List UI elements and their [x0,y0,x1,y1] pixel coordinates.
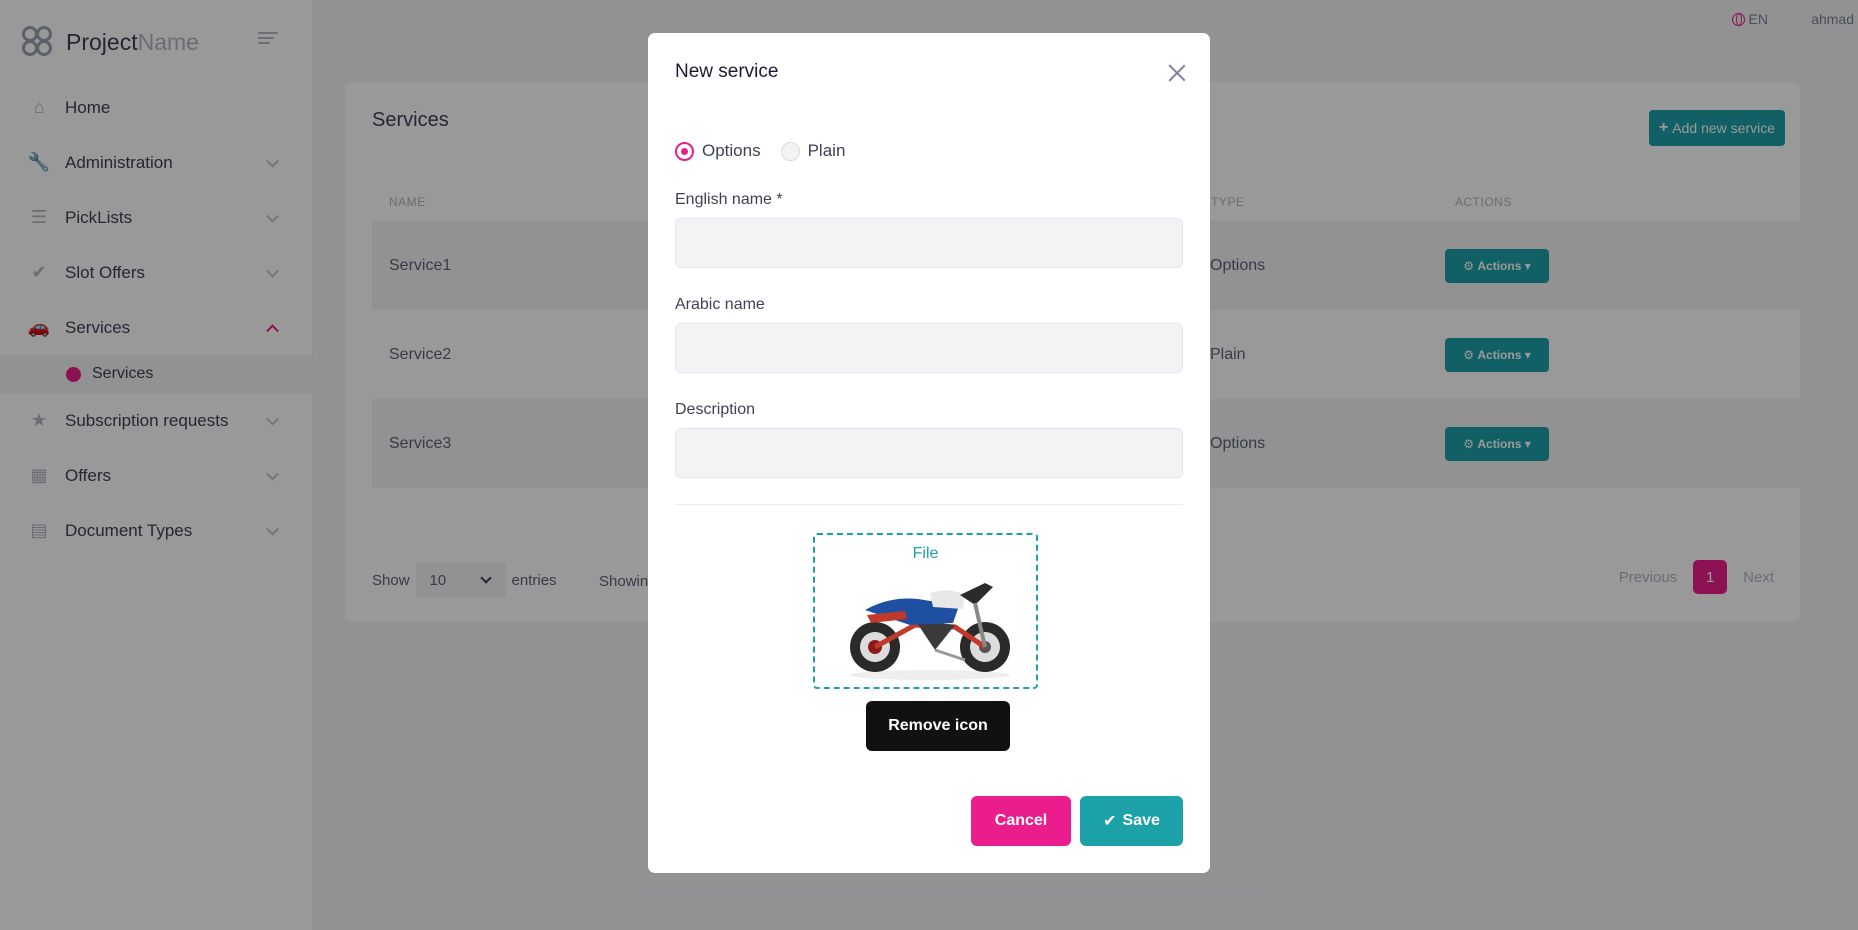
english-name-label: English name * [675,191,783,208]
radio-options-label[interactable]: Options [702,141,761,161]
modal-title: New service [675,61,779,82]
remove-icon-button[interactable]: Remove icon [866,701,1010,751]
description-input[interactable] [675,428,1183,478]
save-label: Save [1122,812,1160,829]
save-button[interactable]: ✔ Save [1080,796,1183,846]
file-label: File [912,545,939,562]
divider [675,504,1183,505]
motorcycle-image [850,583,1010,680]
english-name-input[interactable] [675,218,1183,268]
radio-options[interactable] [675,141,694,161]
radio-plain[interactable] [780,141,800,161]
radio-plain-label[interactable]: Plain [808,141,846,161]
description-label: Description [675,401,756,418]
arabic-name-input[interactable] [675,323,1183,373]
arabic-name-label: Arabic name [675,296,765,313]
check-icon: ✔ [1103,813,1117,830]
cancel-button[interactable]: Cancel [971,796,1071,846]
service-type-radio-group: Options Plain [675,141,865,161]
new-service-modal: New service Options Plain English name *… [648,33,1210,873]
file-dropzone[interactable]: File [813,533,1038,689]
close-icon[interactable] [1166,62,1188,84]
